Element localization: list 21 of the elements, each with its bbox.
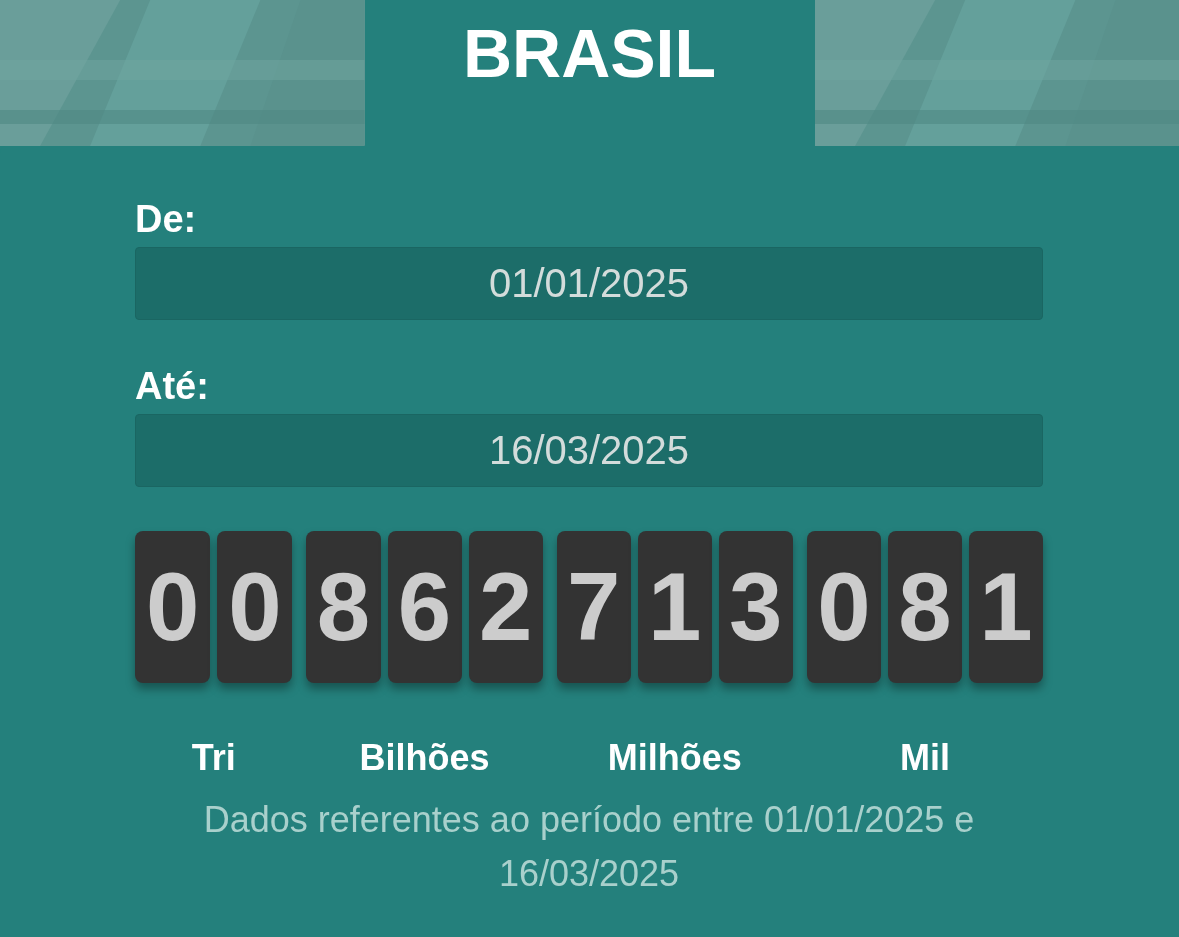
counter-digit: 0 xyxy=(217,531,293,683)
group-label: Milhões xyxy=(607,737,742,779)
counter-digit: 7 xyxy=(556,531,631,683)
group-label: Tri xyxy=(191,737,236,779)
field-label: Até: xyxy=(135,364,210,408)
group-label: Bilhões xyxy=(359,737,490,779)
page-title: BRASIL xyxy=(364,0,815,146)
counter-digit: 8 xyxy=(306,531,381,683)
counter-digit: 3 xyxy=(718,531,793,683)
counter-digit: 1 xyxy=(968,531,1043,683)
group-label: Mil xyxy=(899,737,950,779)
date-field[interactable]: 01/01/2025 xyxy=(135,247,1043,320)
counter-digit: 2 xyxy=(468,531,543,683)
period-caption: Dados referentes ao período entre 01/01/2025 e 16/03/2025 xyxy=(202,798,976,896)
counter-digit: 8 xyxy=(887,531,962,683)
counter-digit: 1 xyxy=(637,531,712,683)
field-label: De: xyxy=(135,197,198,241)
counter-digit: 0 xyxy=(806,531,881,683)
counter-digit: 0 xyxy=(135,531,211,683)
counter-digit: 6 xyxy=(387,531,462,683)
date-field[interactable]: 16/03/2025 xyxy=(135,414,1043,487)
